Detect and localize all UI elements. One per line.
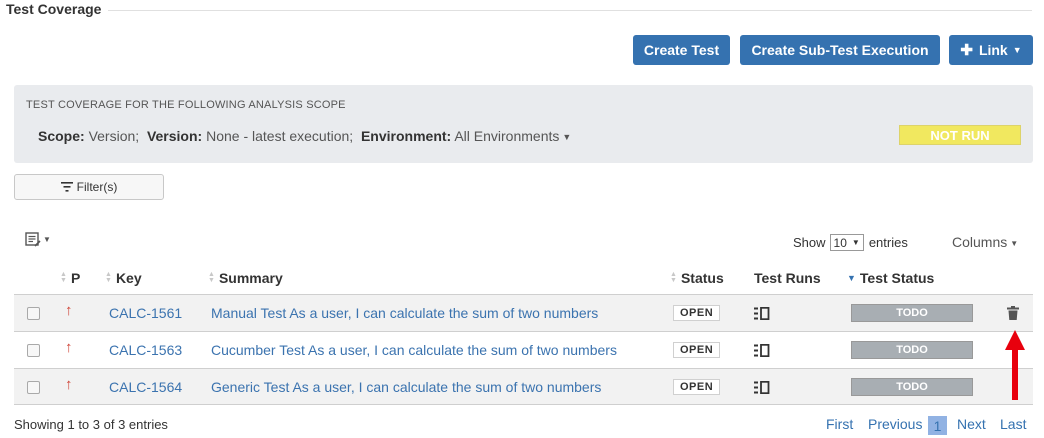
test-runs-icon[interactable]: [754, 369, 770, 405]
status-badge: OPEN: [673, 342, 721, 358]
environment-dropdown[interactable]: All Environments ▼: [454, 128, 571, 144]
scope-value: Version;: [88, 128, 140, 144]
scope-summary: Scope: Version; Version: None - latest e…: [38, 128, 571, 144]
table-row: ↑ CALC-1563 Cucumber Test As a user, I c…: [14, 331, 1033, 368]
chevron-down-icon: ▼: [1012, 45, 1022, 55]
issue-key-link[interactable]: CALC-1561: [109, 295, 182, 331]
environment-label: Environment:: [360, 128, 452, 144]
column-header-status[interactable]: ▲ ▼ Status: [670, 270, 724, 286]
row-checkbox[interactable]: [27, 295, 40, 331]
scope-heading: TEST COVERAGE FOR THE FOLLOWING ANALYSIS…: [26, 99, 346, 111]
issue-status: OPEN: [673, 369, 721, 405]
annotation-arrow-icon: [1005, 330, 1025, 400]
link-dropdown-button[interactable]: ✚ Link ▼: [949, 35, 1033, 65]
scope-label: Scope:: [38, 128, 85, 144]
column-header-priority[interactable]: ▲ ▼ P: [60, 270, 80, 286]
status-badge: OPEN: [673, 305, 721, 321]
trash-icon[interactable]: [1007, 295, 1019, 331]
sort-icon: ▲ ▼: [60, 271, 67, 284]
create-test-button[interactable]: Create Test: [633, 35, 730, 65]
version-label: Version:: [146, 128, 203, 144]
table-row: ↑ CALC-1561 Manual Test As a user, I can…: [14, 294, 1033, 331]
filter-button-label: Filter(s): [76, 180, 118, 194]
test-status-badge: TODO: [851, 304, 973, 322]
column-header-label: Key: [115, 270, 142, 286]
create-sub-test-execution-button[interactable]: Create Sub-Test Execution: [740, 35, 940, 65]
column-header-key[interactable]: ▲ ▼ Key: [105, 270, 142, 286]
chevron-down-icon: ▼: [43, 235, 51, 244]
chevron-down-icon: ▼: [562, 132, 572, 142]
status-badge: OPEN: [673, 379, 721, 395]
issue-status: OPEN: [673, 295, 721, 331]
test-status-badge: TODO: [851, 341, 973, 359]
link-button-label: Link: [978, 42, 1008, 58]
issue-summary-link[interactable]: Generic Test As a user, I can calculate …: [211, 369, 601, 405]
column-header-label: Test Runs: [754, 270, 821, 286]
overall-status-badge: NOT RUN: [899, 125, 1021, 145]
table-row: ↑ CALC-1564 Generic Test As a user, I ca…: [14, 368, 1033, 405]
analysis-scope-panel: TEST COVERAGE FOR THE FOLLOWING ANALYSIS…: [14, 85, 1033, 163]
filter-icon: [60, 182, 73, 192]
columns-label: Columns: [952, 234, 1008, 250]
pagination-current-page[interactable]: 1: [928, 416, 947, 435]
row-checkbox[interactable]: [27, 332, 40, 368]
test-status: TODO: [851, 332, 973, 368]
pagination-first[interactable]: First: [826, 416, 853, 432]
test-status: TODO: [851, 369, 973, 405]
pagination-last[interactable]: Last: [1000, 416, 1026, 432]
priority-arrow-up-icon: ↑: [65, 375, 73, 393]
test-runs-icon[interactable]: [754, 295, 770, 331]
chevron-down-icon: ▼: [1010, 239, 1019, 248]
entries-label: entries: [868, 235, 908, 250]
pagination-previous[interactable]: Previous: [868, 416, 922, 432]
version-value: None - latest execution;: [206, 128, 354, 144]
entries-select-value: 10: [833, 235, 847, 250]
column-header-label: P: [70, 270, 81, 286]
entries-info: Showing 1 to 3 of 3 entries: [14, 417, 168, 432]
column-header-label: Status: [680, 270, 724, 286]
sort-descending-icon: ▼: [847, 273, 856, 283]
show-label: Show: [793, 235, 826, 250]
sort-icon: ▲ ▼: [208, 271, 215, 284]
test-status-badge: TODO: [851, 378, 973, 396]
export-icon: [25, 232, 41, 247]
column-header-test-runs: Test Runs: [754, 270, 821, 286]
column-header-test-status[interactable]: ▼ Test Status: [847, 270, 934, 286]
pagination-next[interactable]: Next: [957, 416, 986, 432]
filter-button[interactable]: Filter(s): [14, 174, 164, 200]
row-checkbox[interactable]: [27, 369, 40, 405]
section-divider: [108, 10, 1032, 11]
issue-summary-link[interactable]: Manual Test As a user, I can calculate t…: [211, 295, 598, 331]
sort-icon: ▲ ▼: [670, 271, 677, 284]
column-header-summary[interactable]: ▲ ▼ Summary: [208, 270, 283, 286]
column-header-label: Test Status: [859, 270, 935, 286]
column-header-label: Summary: [218, 270, 283, 286]
environment-value: All Environments: [454, 128, 560, 144]
test-status: TODO: [851, 295, 973, 331]
section-title: Test Coverage: [6, 1, 102, 17]
priority-arrow-up-icon: ↑: [65, 301, 73, 319]
issue-summary-link[interactable]: Cucumber Test As a user, I can calculate…: [211, 332, 617, 368]
entries-select[interactable]: 10 ▼: [829, 234, 864, 251]
issue-status: OPEN: [673, 332, 721, 368]
sort-icon: ▲ ▼: [105, 271, 112, 284]
test-runs-icon[interactable]: [754, 332, 770, 368]
columns-dropdown[interactable]: Columns ▼: [952, 234, 1018, 250]
export-menu[interactable]: ▼: [25, 232, 51, 247]
chevron-down-icon: ▼: [851, 238, 860, 247]
entries-per-page-control: Show 10 ▼ entries: [793, 234, 908, 251]
plus-icon: ✚: [960, 42, 973, 59]
issue-key-link[interactable]: CALC-1564: [109, 369, 182, 405]
priority-arrow-up-icon: ↑: [65, 338, 73, 356]
issue-key-link[interactable]: CALC-1563: [109, 332, 182, 368]
